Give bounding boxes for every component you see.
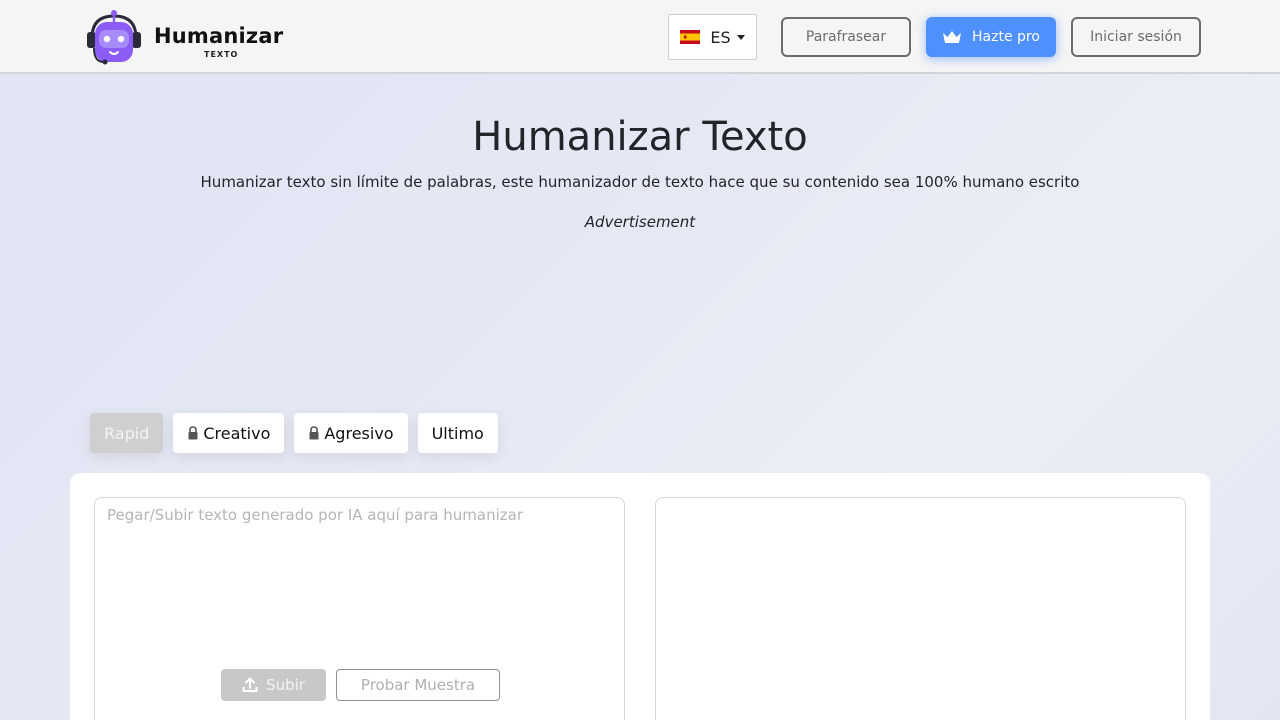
robot-headset-icon [87,10,141,65]
site-logo[interactable]: Humanizar TEXTO [82,8,302,66]
mode-tab-label: Ultimo [431,423,484,443]
go-pro-button[interactable]: Hazte pro [926,17,1056,57]
page-title: Humanizar Texto [472,114,808,160]
try-sample-button[interactable]: Probar Muestra [336,669,500,701]
upload-label: Subir [266,676,305,694]
mode-tab-label: Agresivo [324,423,394,443]
lock-icon [309,426,319,440]
crown-icon [943,31,962,43]
top-navbar: Humanizar TEXTO ES Parafrasear Hazte pro… [0,0,1280,74]
mode-tabs: Rapid Creativo Agresivo Ultimo [90,413,498,453]
lock-icon [188,426,198,440]
output-panel[interactable] [655,497,1186,720]
mode-tab-rapid[interactable]: Rapid [90,413,164,453]
caret-down-icon [736,34,745,40]
advertisement-label: Advertisement [584,213,696,231]
upload-icon [242,677,258,692]
spain-flag-icon [680,30,701,44]
humanizer-card: Subir Probar Muestra [70,473,1210,720]
mode-tab-label: Creativo [203,423,271,443]
input-panel: Subir Probar Muestra [94,497,625,720]
logo-name: Humanizar [154,24,284,48]
ai-text-input[interactable] [95,498,624,648]
paraphrase-button[interactable]: Parafrasear [781,17,911,57]
login-button[interactable]: Iniciar sesión [1071,17,1201,57]
logo-subtitle: TEXTO [204,50,239,59]
mode-tab-label: Rapid [104,423,150,443]
upload-button[interactable]: Subir [221,669,326,701]
language-code: ES [710,27,731,47]
mode-tab-creativo[interactable]: Creativo [173,413,285,453]
page-subtitle: Humanizar texto sin límite de palabras, … [200,173,1080,191]
mode-tab-ultimo[interactable]: Ultimo [417,413,498,453]
go-pro-label: Hazte pro [972,29,1040,45]
mode-tab-agresivo[interactable]: Agresivo [294,413,408,453]
language-selector[interactable]: ES [668,14,757,60]
